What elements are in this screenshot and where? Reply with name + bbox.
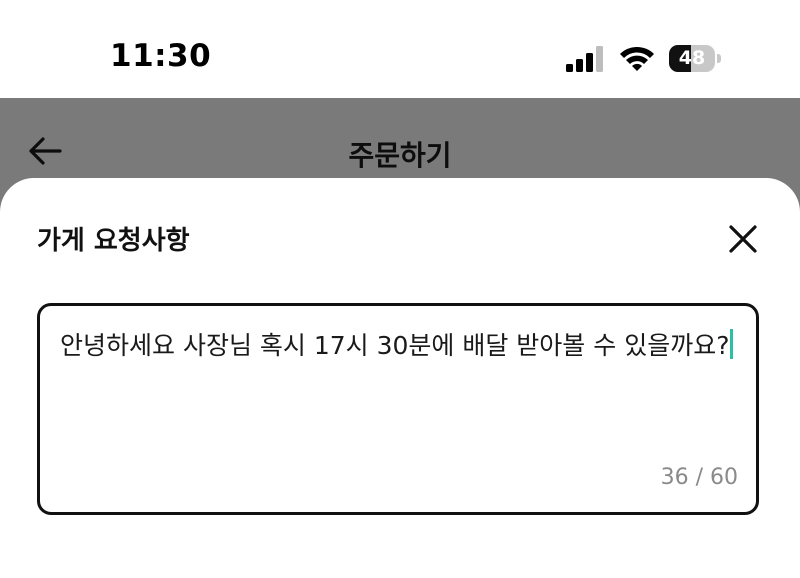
status-time: 11:30: [110, 38, 212, 74]
status-bar: 11:30 48: [0, 0, 800, 98]
battery-cap: [717, 54, 721, 63]
close-icon[interactable]: [728, 224, 758, 254]
page-title: 주문하기: [348, 139, 452, 172]
battery-level: 48: [678, 47, 706, 69]
store-request-sheet: 가게 요청사항 안녕하세요 사장님 혹시 17시 30분에 배달 받아볼 수 있…: [0, 178, 800, 578]
text-cursor: [730, 329, 734, 359]
battery-body: 48: [669, 45, 715, 72]
sheet-title: 가게 요청사항: [37, 226, 190, 256]
battery-icon: 48: [669, 45, 721, 72]
request-text: 안녕하세요 사장님 혹시 17시 30분에 배달 받아볼 수 있을까요?: [60, 331, 730, 360]
wifi-icon: [620, 46, 654, 71]
request-textarea[interactable]: 안녕하세요 사장님 혹시 17시 30분에 배달 받아볼 수 있을까요? 36 …: [37, 303, 759, 515]
cellular-signal-icon: [566, 46, 603, 72]
character-counter: 36 / 60: [660, 465, 738, 490]
